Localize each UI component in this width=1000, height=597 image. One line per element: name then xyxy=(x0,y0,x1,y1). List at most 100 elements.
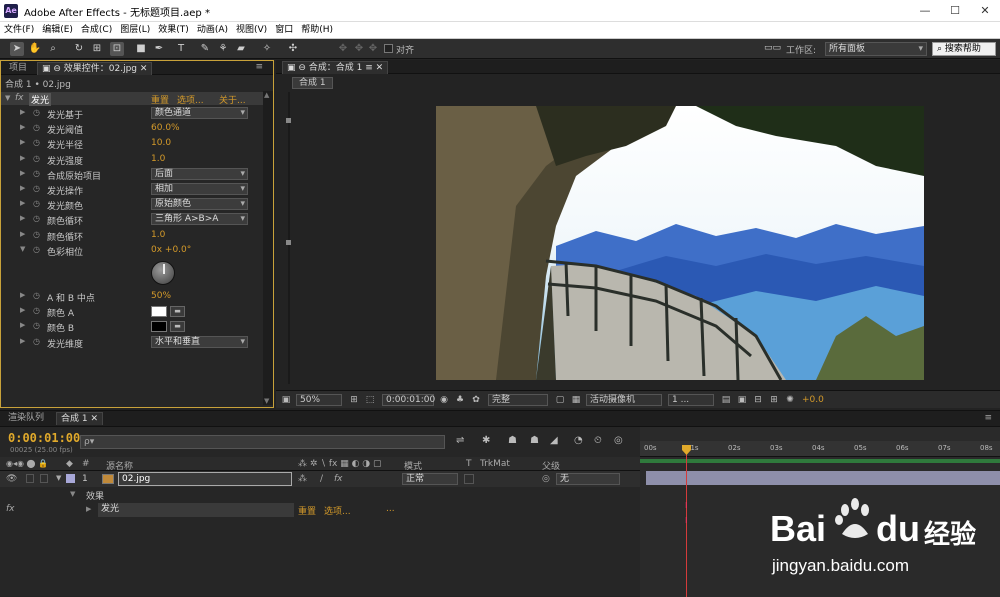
expand-triangle-icon[interactable]: ▼ xyxy=(5,94,10,102)
puppet-pin-tool-icon[interactable]: ✣ xyxy=(286,42,300,56)
menu-help[interactable]: 帮助(H) xyxy=(297,22,337,38)
stopwatch-icon[interactable]: ◷ xyxy=(33,321,40,330)
left-panel-scrollbar[interactable]: ▲ ▼ xyxy=(263,91,273,405)
property-value[interactable]: 0x +0.0° xyxy=(151,245,191,255)
parent-select[interactable]: 无 xyxy=(556,473,620,485)
expand-property-icon[interactable]: ▶ xyxy=(20,214,25,222)
stopwatch-icon[interactable]: ◷ xyxy=(33,214,40,223)
audio-toggle-box[interactable] xyxy=(26,474,34,483)
effect-property-row[interactable]: ▶ ◷ 合成原始项目 后面 xyxy=(1,167,263,182)
comp-flowchart-icon[interactable]: ⊞ xyxy=(768,394,780,406)
keyframe-marker-icon[interactable]: I xyxy=(685,501,688,510)
zoom-tool-icon[interactable]: ⌕ xyxy=(46,42,60,56)
expand-property-icon[interactable]: ▶ xyxy=(20,306,25,314)
expand-property-icon[interactable]: ▶ xyxy=(20,154,25,162)
fast-preview-icon[interactable]: ▣ xyxy=(736,394,748,406)
effect-property-row[interactable]: ▶ ◷ 发光半径 10.0 xyxy=(1,136,263,151)
stopwatch-icon[interactable]: ◷ xyxy=(33,291,40,300)
shy-switch-icon[interactable]: ⁂ xyxy=(298,474,307,484)
camera-view-select[interactable]: 活动摄像机 xyxy=(586,394,662,406)
effect-about-link[interactable]: 关于... xyxy=(219,93,246,106)
axis-local-icon[interactable]: ✥ xyxy=(336,42,350,56)
stopwatch-icon[interactable]: ◷ xyxy=(33,245,40,254)
workspace-select[interactable]: 所有面板 xyxy=(825,42,927,56)
effect-property-row[interactable]: ▶ ◷ 发光阈值 60.0% xyxy=(1,121,263,136)
text-tool-icon[interactable]: T xyxy=(174,42,188,56)
show-snapshot-icon[interactable]: ♣ xyxy=(454,394,466,406)
layer-row[interactable]: 👁 ▼ 1 02.jpg ⁂ ∕ fx 正常 ◎ 无 xyxy=(0,471,640,487)
minimize-icon[interactable]: — xyxy=(910,0,940,22)
glow-effect-name[interactable]: 发光 xyxy=(98,503,294,517)
stopwatch-icon[interactable]: ◷ xyxy=(33,184,40,193)
expand-layer-icon[interactable]: ▼ xyxy=(56,474,61,482)
color-phase-dial[interactable] xyxy=(151,261,175,285)
graph-editor-icon[interactable]: ◔ xyxy=(574,435,583,446)
stopwatch-icon[interactable]: ◷ xyxy=(33,138,40,147)
property-dropdown[interactable]: 相加 xyxy=(151,183,248,195)
close-tab-icon[interactable]: ✕ xyxy=(90,414,98,424)
menu-composition[interactable]: 合成(C) xyxy=(77,22,116,38)
property-value[interactable]: 60.0% xyxy=(151,123,180,133)
eraser-tool-icon[interactable]: ▰ xyxy=(234,42,248,56)
stopwatch-icon[interactable]: ◷ xyxy=(33,169,40,178)
preserve-transparency-box[interactable] xyxy=(464,474,474,484)
t-header[interactable]: T xyxy=(466,459,472,469)
brush-tool-icon[interactable]: ✎ xyxy=(198,42,212,56)
effect-header-row[interactable]: ▼ fx 发光 重置 选项... 关于... xyxy=(1,92,263,106)
guide-handle[interactable] xyxy=(286,240,291,245)
expand-property-icon[interactable]: ▶ xyxy=(20,291,25,299)
close-tab-icon[interactable]: ✕ xyxy=(140,64,148,74)
property-dropdown[interactable]: 原始颜色 xyxy=(151,198,248,211)
solo-toggle-box[interactable] xyxy=(40,474,48,483)
effect-property-row[interactable]: ▶ ◷ 发光操作 相加 xyxy=(1,182,263,197)
tab-render-queue[interactable]: 渲染队列 xyxy=(4,412,48,425)
tab-composition[interactable]: ▣ ⊖ 合成：合成 1 ≡ ✕ xyxy=(282,61,389,74)
color-swatch[interactable] xyxy=(151,321,167,333)
panel-menu-icon[interactable]: ≡ xyxy=(984,413,992,423)
keyframe-marker-icon[interactable]: I xyxy=(685,516,688,525)
hand-tool-icon[interactable]: ✋ xyxy=(28,42,42,56)
fx-switch-icon[interactable]: fx xyxy=(334,474,343,484)
exposure-reset-icon[interactable]: ✺ xyxy=(784,394,796,406)
effect-property-row[interactable]: ▶ ◷ 颜色 A ▬ xyxy=(1,304,263,319)
search-help-input[interactable]: ⌕ 搜索帮助 xyxy=(932,42,996,56)
effect-property-row[interactable]: ▶ ◷ 发光颜色 原始颜色 xyxy=(1,197,263,212)
resolution-select[interactable]: 完整 xyxy=(488,394,548,406)
glow-effect-row[interactable]: fx ▶ 发光 重置 选项... ... xyxy=(0,502,640,518)
effect-property-row[interactable]: ▼ ◷ 色彩相位 0x +0.0° xyxy=(1,243,263,258)
property-value[interactable]: 10.0 xyxy=(151,138,171,148)
axis-world-icon[interactable]: ✥ xyxy=(352,42,366,56)
guide-handle[interactable] xyxy=(286,118,291,123)
effect-property-row[interactable]: ▶ ◷ 发光维度 水平和垂直 xyxy=(1,335,263,350)
comp-mini-flowchart-icon[interactable]: ⇌ xyxy=(456,435,464,446)
expand-property-icon[interactable]: ▶ xyxy=(20,138,25,146)
clone-stamp-tool-icon[interactable]: ⚘ xyxy=(216,42,230,56)
tab-project[interactable]: 项目 xyxy=(5,62,31,75)
expand-property-icon[interactable]: ▶ xyxy=(20,169,25,177)
expand-property-icon[interactable]: ▼ xyxy=(20,245,25,253)
quality-switch-icon[interactable]: ∕ xyxy=(320,474,323,484)
time-ruler[interactable]: 00s 01s 02s 03s 04s 05s 06s 07s 08s xyxy=(640,441,1000,457)
eyedropper-icon[interactable]: ▬ xyxy=(170,306,185,318)
parent-pickwhip-icon[interactable]: ◎ xyxy=(542,474,550,484)
glow-more-link[interactable]: ... xyxy=(386,504,395,514)
mask-visibility-icon[interactable]: ⬚ xyxy=(364,394,376,406)
stopwatch-icon[interactable]: ⏲ xyxy=(594,435,602,446)
property-value[interactable]: 1.0 xyxy=(151,154,165,164)
menu-file[interactable]: 文件(F) xyxy=(0,22,38,38)
color-swatch[interactable] xyxy=(151,306,167,318)
menu-animation[interactable]: 动画(A) xyxy=(193,22,232,38)
layer-duration-bar[interactable] xyxy=(646,471,1000,485)
stopwatch-icon[interactable]: ◷ xyxy=(33,108,40,117)
close-icon[interactable]: ✕ xyxy=(970,0,1000,22)
glow-reset-link[interactable]: 重置 xyxy=(298,504,316,517)
expand-property-icon[interactable]: ▶ xyxy=(20,321,25,329)
snapshot-icon[interactable]: ◉ xyxy=(438,394,450,406)
current-time-field[interactable]: 0:00:01:00 xyxy=(382,394,435,406)
rectangle-tool-icon[interactable]: ■ xyxy=(134,42,148,56)
menu-effect[interactable]: 效果(T) xyxy=(154,22,193,38)
toggle-pixel-aspect-icon[interactable]: ▤ xyxy=(720,394,732,406)
expand-property-icon[interactable]: ▶ xyxy=(20,184,25,192)
work-area-bar[interactable] xyxy=(640,459,1000,463)
expand-property-icon[interactable]: ▶ xyxy=(20,108,25,116)
